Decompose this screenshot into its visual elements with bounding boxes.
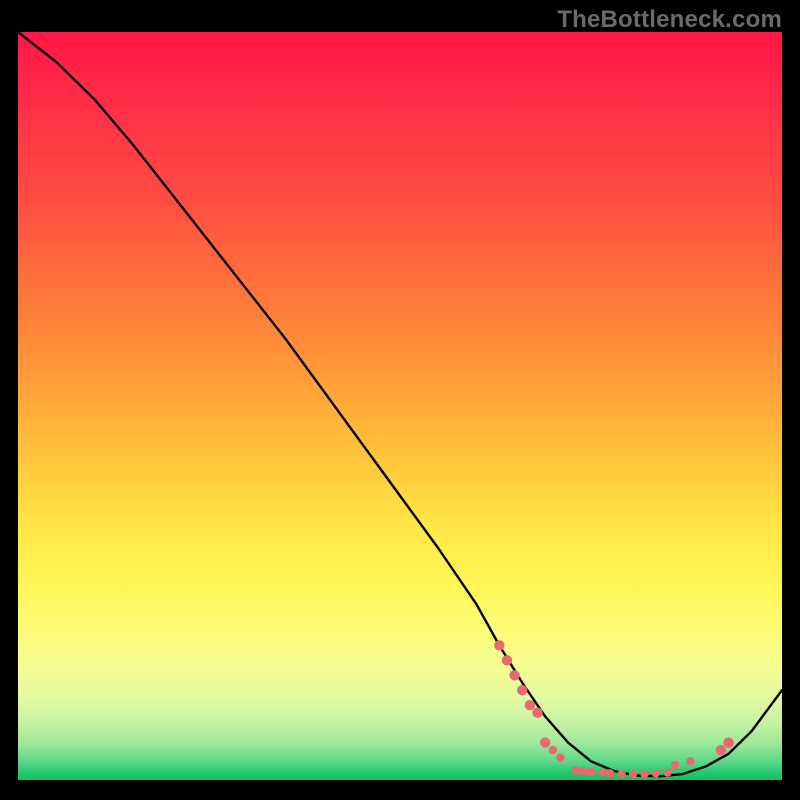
curve-markers bbox=[494, 640, 734, 778]
curve-marker bbox=[671, 761, 679, 769]
watermark-label: TheBottleneck.com bbox=[557, 6, 782, 34]
curve-marker bbox=[606, 769, 614, 777]
curve-marker bbox=[716, 745, 726, 755]
bottleneck-curve bbox=[18, 32, 782, 776]
chart-frame: TheBottleneck.com bbox=[0, 0, 800, 800]
curve-marker bbox=[532, 707, 542, 717]
curve-marker bbox=[540, 737, 550, 747]
curve-marker bbox=[652, 769, 660, 777]
plot-area bbox=[18, 32, 782, 780]
curve-marker bbox=[509, 670, 519, 680]
curve-marker bbox=[572, 766, 580, 774]
curve-marker bbox=[587, 768, 595, 776]
curve-marker bbox=[723, 737, 733, 747]
curve-marker bbox=[640, 770, 648, 778]
curve-marker bbox=[686, 757, 694, 765]
curve-marker bbox=[494, 640, 504, 650]
curve-marker bbox=[502, 655, 512, 665]
curve-marker bbox=[629, 770, 637, 778]
curve-marker bbox=[617, 770, 625, 778]
curve-marker bbox=[549, 746, 557, 754]
curve-marker bbox=[525, 700, 535, 710]
curve-marker bbox=[556, 753, 564, 761]
curve-marker bbox=[579, 767, 587, 775]
curve-marker bbox=[663, 768, 671, 776]
curve-layer bbox=[18, 32, 782, 780]
curve-marker bbox=[517, 685, 527, 695]
curve-marker bbox=[598, 768, 606, 776]
